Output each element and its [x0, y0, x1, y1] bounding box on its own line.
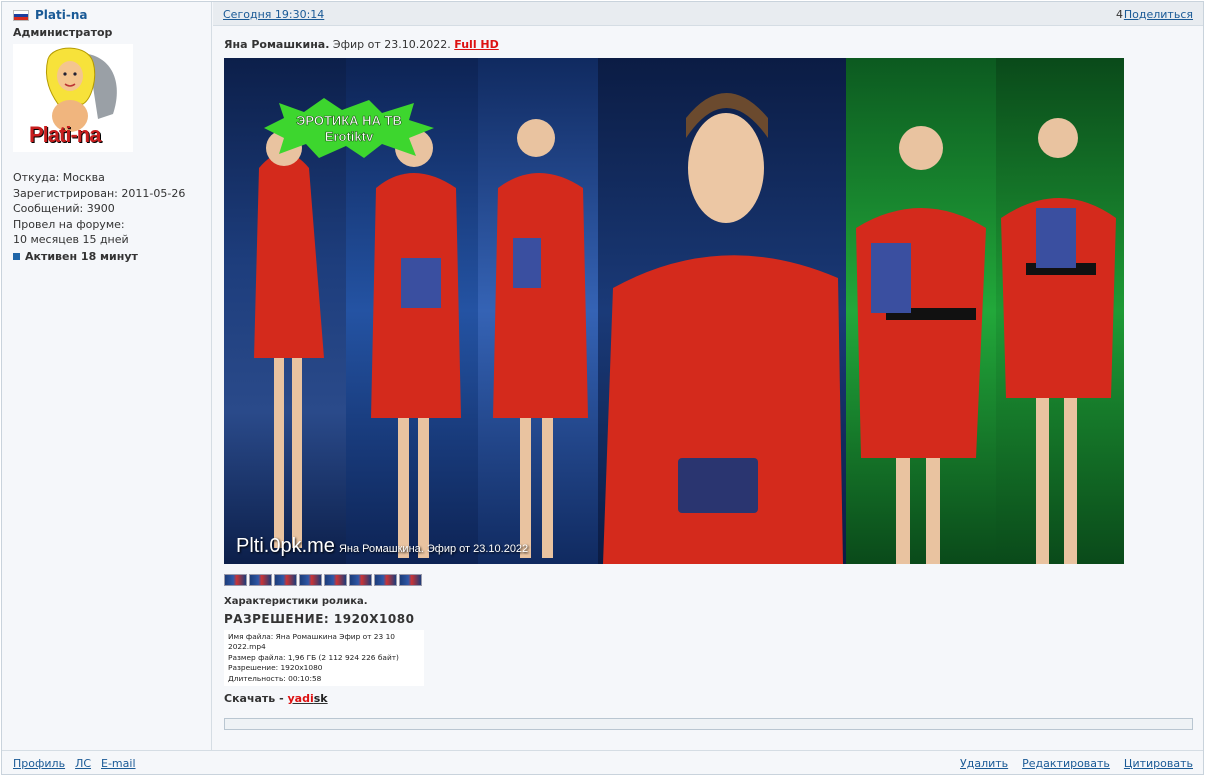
thumbnail[interactable]	[224, 574, 247, 586]
post-title-name: Яна Ромашкина.	[224, 38, 330, 51]
footer-user-links: Профиль ЛС E-mail	[13, 757, 136, 770]
post-body: Сегодня 19:30:14 4 Поделиться Яна Ромашк…	[213, 2, 1203, 750]
post-title-date: Эфир от 23.10.2022.	[329, 38, 455, 51]
email-link[interactable]: E-mail	[101, 757, 136, 770]
spec-resolution: РАЗРЕШЕНИЕ: 1920Х1080	[224, 612, 415, 626]
spec-line: Имя файла: Яна Ромашкина Эфир от 23 10 2…	[228, 632, 395, 652]
post-header: Сегодня 19:30:14 4 Поделиться	[213, 2, 1203, 26]
image-frame	[478, 58, 598, 564]
private-message-link[interactable]: ЛС	[75, 757, 91, 770]
full-hd-link[interactable]: Full HD	[454, 38, 499, 51]
post-footer: Профиль ЛС E-mail Удалить Редактировать …	[2, 750, 1203, 774]
forum-post: Plati-na Администратор Plati-na Откуда: …	[1, 1, 1204, 775]
delete-link[interactable]: Удалить	[960, 757, 1008, 770]
active-text: Активен 18 минут	[25, 249, 138, 263]
post-number: 4	[1116, 8, 1123, 21]
user-messages: Сообщений: 3900	[13, 202, 115, 216]
thumbnail[interactable]	[249, 574, 272, 586]
download-row: Скачать - yadisk	[224, 692, 328, 705]
download-link-part1: yadi	[287, 692, 314, 705]
thumbnail[interactable]	[349, 574, 372, 586]
erotiktv-logo: ЭРОТИКА НА ТВ Erotiktv	[264, 98, 434, 158]
image-frame	[846, 58, 996, 564]
image-watermark: Plti.0pk.me Яна Ромашкина. Эфир от 23.10.…	[236, 535, 528, 558]
user-activity: Активен 18 минут	[13, 249, 185, 265]
thumbnail[interactable]	[299, 574, 322, 586]
post-author-sidebar: Plati-na Администратор Plati-na Откуда: …	[2, 2, 212, 750]
thumbnail-strip	[224, 574, 422, 586]
user-info: Откуда: Москва Зарегистрирован: 2011-05-…	[13, 170, 185, 265]
logo-line1: ЭРОТИКА НА ТВ	[296, 113, 402, 128]
watermark-site: Plti.0pk.me	[236, 535, 335, 557]
watermark-caption: Яна Ромашкина. Эфир от 23.10.2022	[338, 543, 529, 555]
thumbnail[interactable]	[399, 574, 422, 586]
quote-link[interactable]: Цитировать	[1124, 757, 1193, 770]
spec-details: Имя файла: Яна Ромашкина Эфир от 23 10 2…	[224, 630, 424, 687]
logo-line2: Erotiktv	[325, 129, 374, 144]
spec-line: Длительность: 00:10:58	[228, 673, 322, 683]
username-row: Plati-na	[13, 8, 87, 22]
download-link-part2: sk	[313, 692, 328, 705]
username-link[interactable]: Plati-na	[35, 8, 87, 22]
avatar-caption: Plati-na	[29, 122, 101, 147]
image-frame	[598, 58, 846, 564]
download-link[interactable]: yadisk	[288, 692, 328, 705]
post-time-link[interactable]: Сегодня 19:30:14	[223, 8, 324, 21]
image-frame	[996, 58, 1124, 564]
russia-flag-icon	[13, 9, 29, 21]
post-image[interactable]: ЭРОТИКА НА ТВ Erotiktv Plti.0pk.me Яна Ро…	[224, 58, 1124, 564]
forum-time-value: 10 месяцев 15 дней	[13, 233, 129, 247]
user-location: Откуда: Москва	[13, 171, 105, 184]
download-label: Скачать -	[224, 692, 288, 705]
post-title: Яна Ромашкина. Эфир от 23.10.2022. Full …	[224, 38, 499, 51]
spec-line: Размер файла: 1,96 ГБ (2 112 924 226 бай…	[228, 652, 399, 662]
spec-line: Разрешение: 1920x1080	[228, 663, 323, 673]
thumbnail[interactable]	[374, 574, 397, 586]
avatar: Plati-na	[13, 44, 133, 152]
spec-title: Характеристики ролика.	[224, 596, 368, 607]
footer-post-actions: Удалить Редактировать Цитировать	[960, 757, 1193, 770]
share-link[interactable]: Поделиться	[1124, 8, 1193, 21]
edit-link[interactable]: Редактировать	[1022, 757, 1110, 770]
thumbnail[interactable]	[324, 574, 347, 586]
forum-time-label: Провел на форуме:	[13, 217, 125, 231]
user-registered: Зарегистрирован: 2011-05-26	[13, 186, 186, 200]
online-status-icon	[13, 253, 20, 261]
profile-link[interactable]: Профиль	[13, 757, 65, 770]
user-rank: Администратор	[13, 26, 113, 39]
empty-bar	[224, 718, 1193, 730]
thumbnail[interactable]	[274, 574, 297, 586]
